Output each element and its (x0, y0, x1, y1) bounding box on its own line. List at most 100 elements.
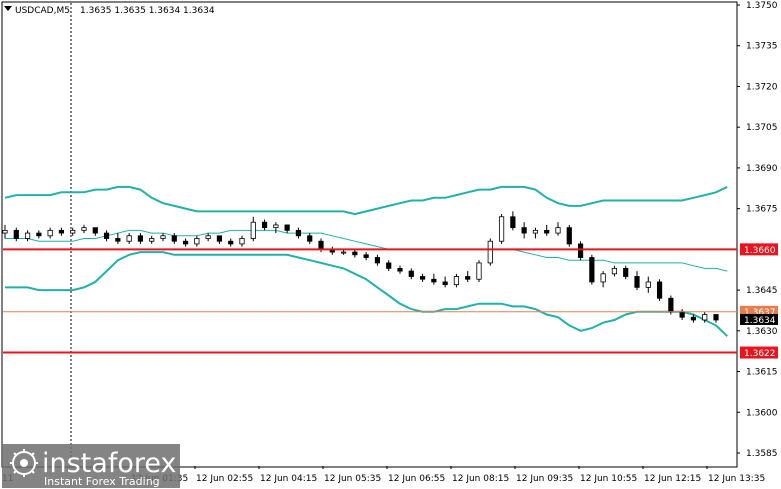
x-tick-label: 12 Jun 13:35 (708, 474, 765, 484)
candle-body-bull (645, 281, 651, 288)
candle-body-bull (24, 232, 31, 239)
candle-body-bull (149, 238, 155, 242)
candle-body-bull (273, 224, 279, 229)
candle-body-bear (374, 257, 381, 264)
chart-header: USDCAD,M5 1.3635 1.3635 1.3634 1.3634 (4, 6, 215, 16)
candle-body-bull (340, 251, 347, 254)
candle-body-bear (634, 276, 640, 288)
candle-body-bear (58, 229, 65, 234)
price-chart[interactable]: 1.36601.36221.36371.3634 1.37501.37351.3… (0, 0, 781, 489)
candle-body-bull (194, 238, 200, 245)
y-tick-label: 1.3585 (746, 449, 778, 459)
candle-body-bull (250, 221, 256, 239)
bid-price-label: 1.3634 (744, 316, 776, 326)
candle (487, 238, 493, 266)
candle-body-bear (386, 262, 392, 269)
symbol-label: USDCAD,M5 (15, 6, 70, 16)
candle-body-bear (521, 227, 527, 234)
candle-body-bear (713, 314, 719, 321)
candle-body-bear (36, 232, 42, 237)
watermark-subtitle: Instant Forex Trading (44, 475, 160, 488)
candle-body-bear (679, 311, 685, 318)
candle-body-bull (611, 267, 618, 275)
candle-body-bear (589, 257, 595, 283)
candle-body-bear (656, 281, 663, 299)
x-tick-label: 12 Jun 05:35 (324, 474, 381, 484)
candle-body-bull (81, 227, 87, 231)
y-tick-label: 1.3600 (746, 408, 778, 418)
candle (476, 260, 482, 282)
candle-body-bear (397, 267, 403, 272)
candle-body-bear (363, 254, 369, 258)
y-tick-label: 1.3630 (746, 327, 778, 337)
y-tick-label: 1.3645 (746, 286, 778, 296)
candle-body-bear (171, 235, 177, 242)
candle-body-bear (566, 227, 572, 245)
y-tick-label: 1.3675 (746, 205, 778, 215)
candle-body-bear (307, 235, 313, 242)
candle-body-bull (160, 235, 166, 239)
candle-body-bear (13, 229, 19, 239)
candle-body-bear (623, 267, 629, 277)
candle-body-bull (487, 240, 493, 264)
candle-body-bear (216, 235, 223, 242)
candle (589, 254, 595, 285)
candle-body-bear (668, 297, 674, 313)
candle-body-bull (532, 229, 539, 234)
candle-body-bear (408, 270, 414, 277)
y-tick-label: 1.3705 (746, 123, 778, 133)
level-label: 1.3660 (744, 246, 776, 256)
candle-body-bull (600, 273, 606, 283)
candle-body-bear (261, 221, 268, 229)
y-tick-label: 1.3615 (746, 368, 778, 378)
candle-body-bear (92, 227, 98, 234)
candle (498, 214, 505, 244)
candle-body-bear (137, 235, 144, 242)
x-tick-label: 12 Jun 12:15 (644, 474, 701, 484)
candle (577, 241, 584, 261)
candle-body-bear (115, 238, 121, 242)
candle-body-bull (498, 216, 505, 242)
candle-body-bull (702, 314, 708, 321)
x-tick-label: 12 Jun 02:55 (196, 474, 253, 484)
candle-body-bull (47, 229, 53, 237)
candle (566, 224, 572, 247)
candle-body-bear (442, 281, 448, 286)
y-tick-label: 1.3720 (746, 82, 778, 92)
x-tick-label: 12 Jun 06:55 (388, 474, 445, 484)
candle-body-bear (431, 278, 437, 283)
candle-body-bear (228, 240, 234, 245)
x-tick-label: 12 Jun 10:55 (580, 474, 637, 484)
candle-body-bull (2, 229, 8, 234)
instaforex-watermark: instaforex Instant Forex Trading (2, 444, 180, 488)
candle-body-bull (126, 235, 132, 242)
y-tick-label: 1.3690 (746, 164, 778, 174)
candle-body-bear (295, 229, 302, 237)
candle (656, 279, 663, 301)
candle-body-bull (476, 262, 482, 280)
candle-body-bear (182, 240, 189, 245)
x-tick-label: 12 Jun 09:35 (516, 474, 573, 484)
y-tick-label: 1.3735 (746, 42, 778, 52)
candle-body-bear (419, 276, 426, 280)
candle-body-bull (453, 276, 460, 286)
y-tick-label: 1.3750 (746, 1, 778, 11)
candle-body-bear (352, 251, 358, 256)
candle-body-bull (205, 235, 211, 239)
candle-body-bull (239, 238, 245, 245)
candle-body-bear (510, 216, 516, 229)
candle-body-bear (544, 229, 550, 234)
candle-body-bear (103, 232, 110, 239)
candle-body-bull (555, 227, 561, 234)
candle-body-bear (284, 224, 290, 231)
candle-body-bear (577, 243, 584, 258)
x-tick-label: 12 Jun 08:15 (452, 474, 509, 484)
level-label: 1.3622 (744, 349, 776, 359)
candle-body-bear (465, 276, 471, 280)
candle-body-bear (318, 240, 324, 250)
candle-body-bull (70, 229, 76, 234)
ohlc-label: 1.3635 1.3635 1.3634 1.3634 (80, 6, 215, 16)
candle-body-bear (690, 316, 697, 321)
chart-background (0, 0, 781, 489)
x-tick-label: 12 Jun 04:15 (260, 474, 317, 484)
